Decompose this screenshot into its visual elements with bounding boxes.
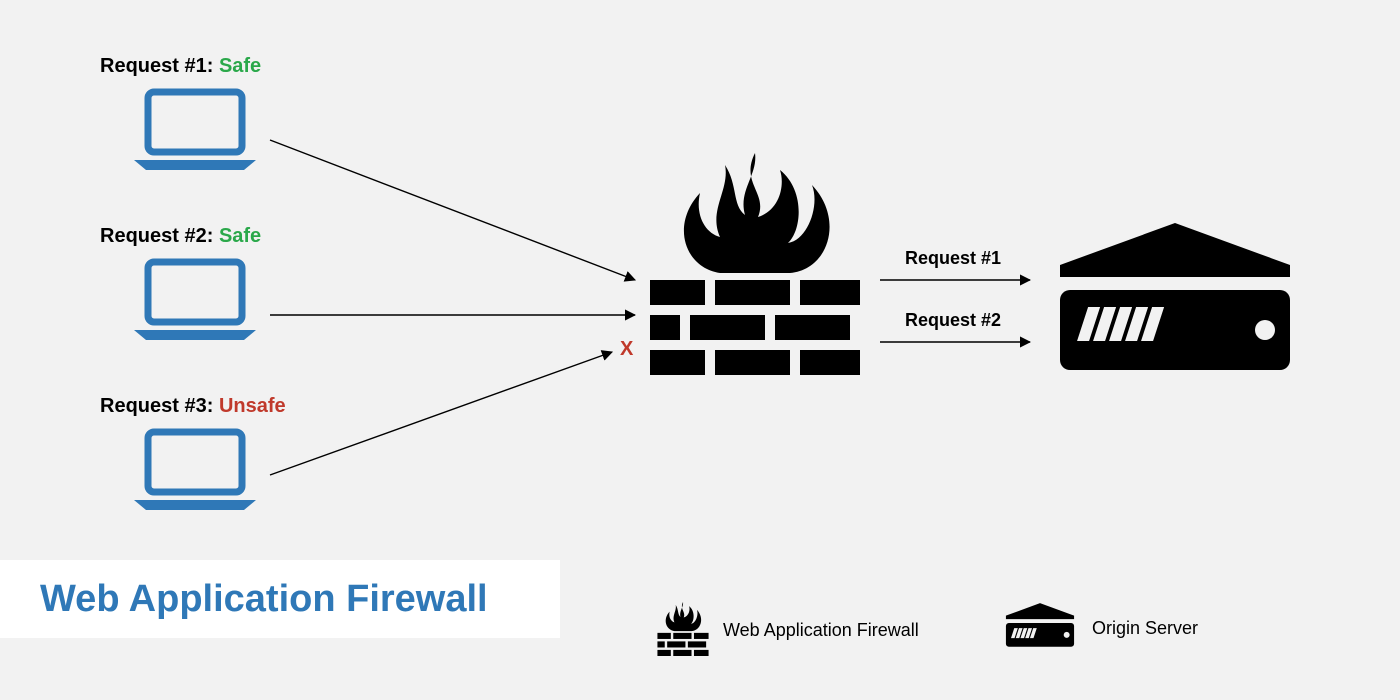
- request-3-label: Request #3: Unsafe: [100, 395, 286, 418]
- request-2-status: Safe: [219, 225, 261, 247]
- request-2-label: Request #2: Safe: [100, 225, 261, 248]
- server-icon: [1000, 600, 1080, 657]
- title-bar: Web Application Firewall: [0, 560, 560, 638]
- laptop-icon: [130, 258, 260, 343]
- blocked-mark: X: [620, 338, 633, 361]
- legend-server: Origin Server: [1000, 600, 1198, 657]
- firewall-icon: [640, 145, 870, 380]
- page-title: Web Application Firewall: [40, 578, 488, 621]
- request-1-label: Request #1: Safe: [100, 55, 261, 78]
- passed-request-2-label: Request #2: [905, 310, 1001, 331]
- request-1-status: Safe: [219, 55, 261, 77]
- laptop-icon: [130, 88, 260, 173]
- legend-firewall-label: Web Application Firewall: [723, 620, 919, 641]
- firewall-icon: [655, 600, 711, 661]
- request-3-prefix: Request #3:: [100, 395, 213, 417]
- request-1-prefix: Request #1:: [100, 55, 213, 77]
- passed-request-1-label: Request #1: [905, 248, 1001, 269]
- request-3-status: Unsafe: [219, 395, 286, 417]
- laptop-icon: [130, 428, 260, 513]
- legend-firewall: Web Application Firewall: [655, 600, 919, 661]
- legend-server-label: Origin Server: [1092, 618, 1198, 639]
- server-icon: [1040, 215, 1310, 390]
- request-2-prefix: Request #2:: [100, 225, 213, 247]
